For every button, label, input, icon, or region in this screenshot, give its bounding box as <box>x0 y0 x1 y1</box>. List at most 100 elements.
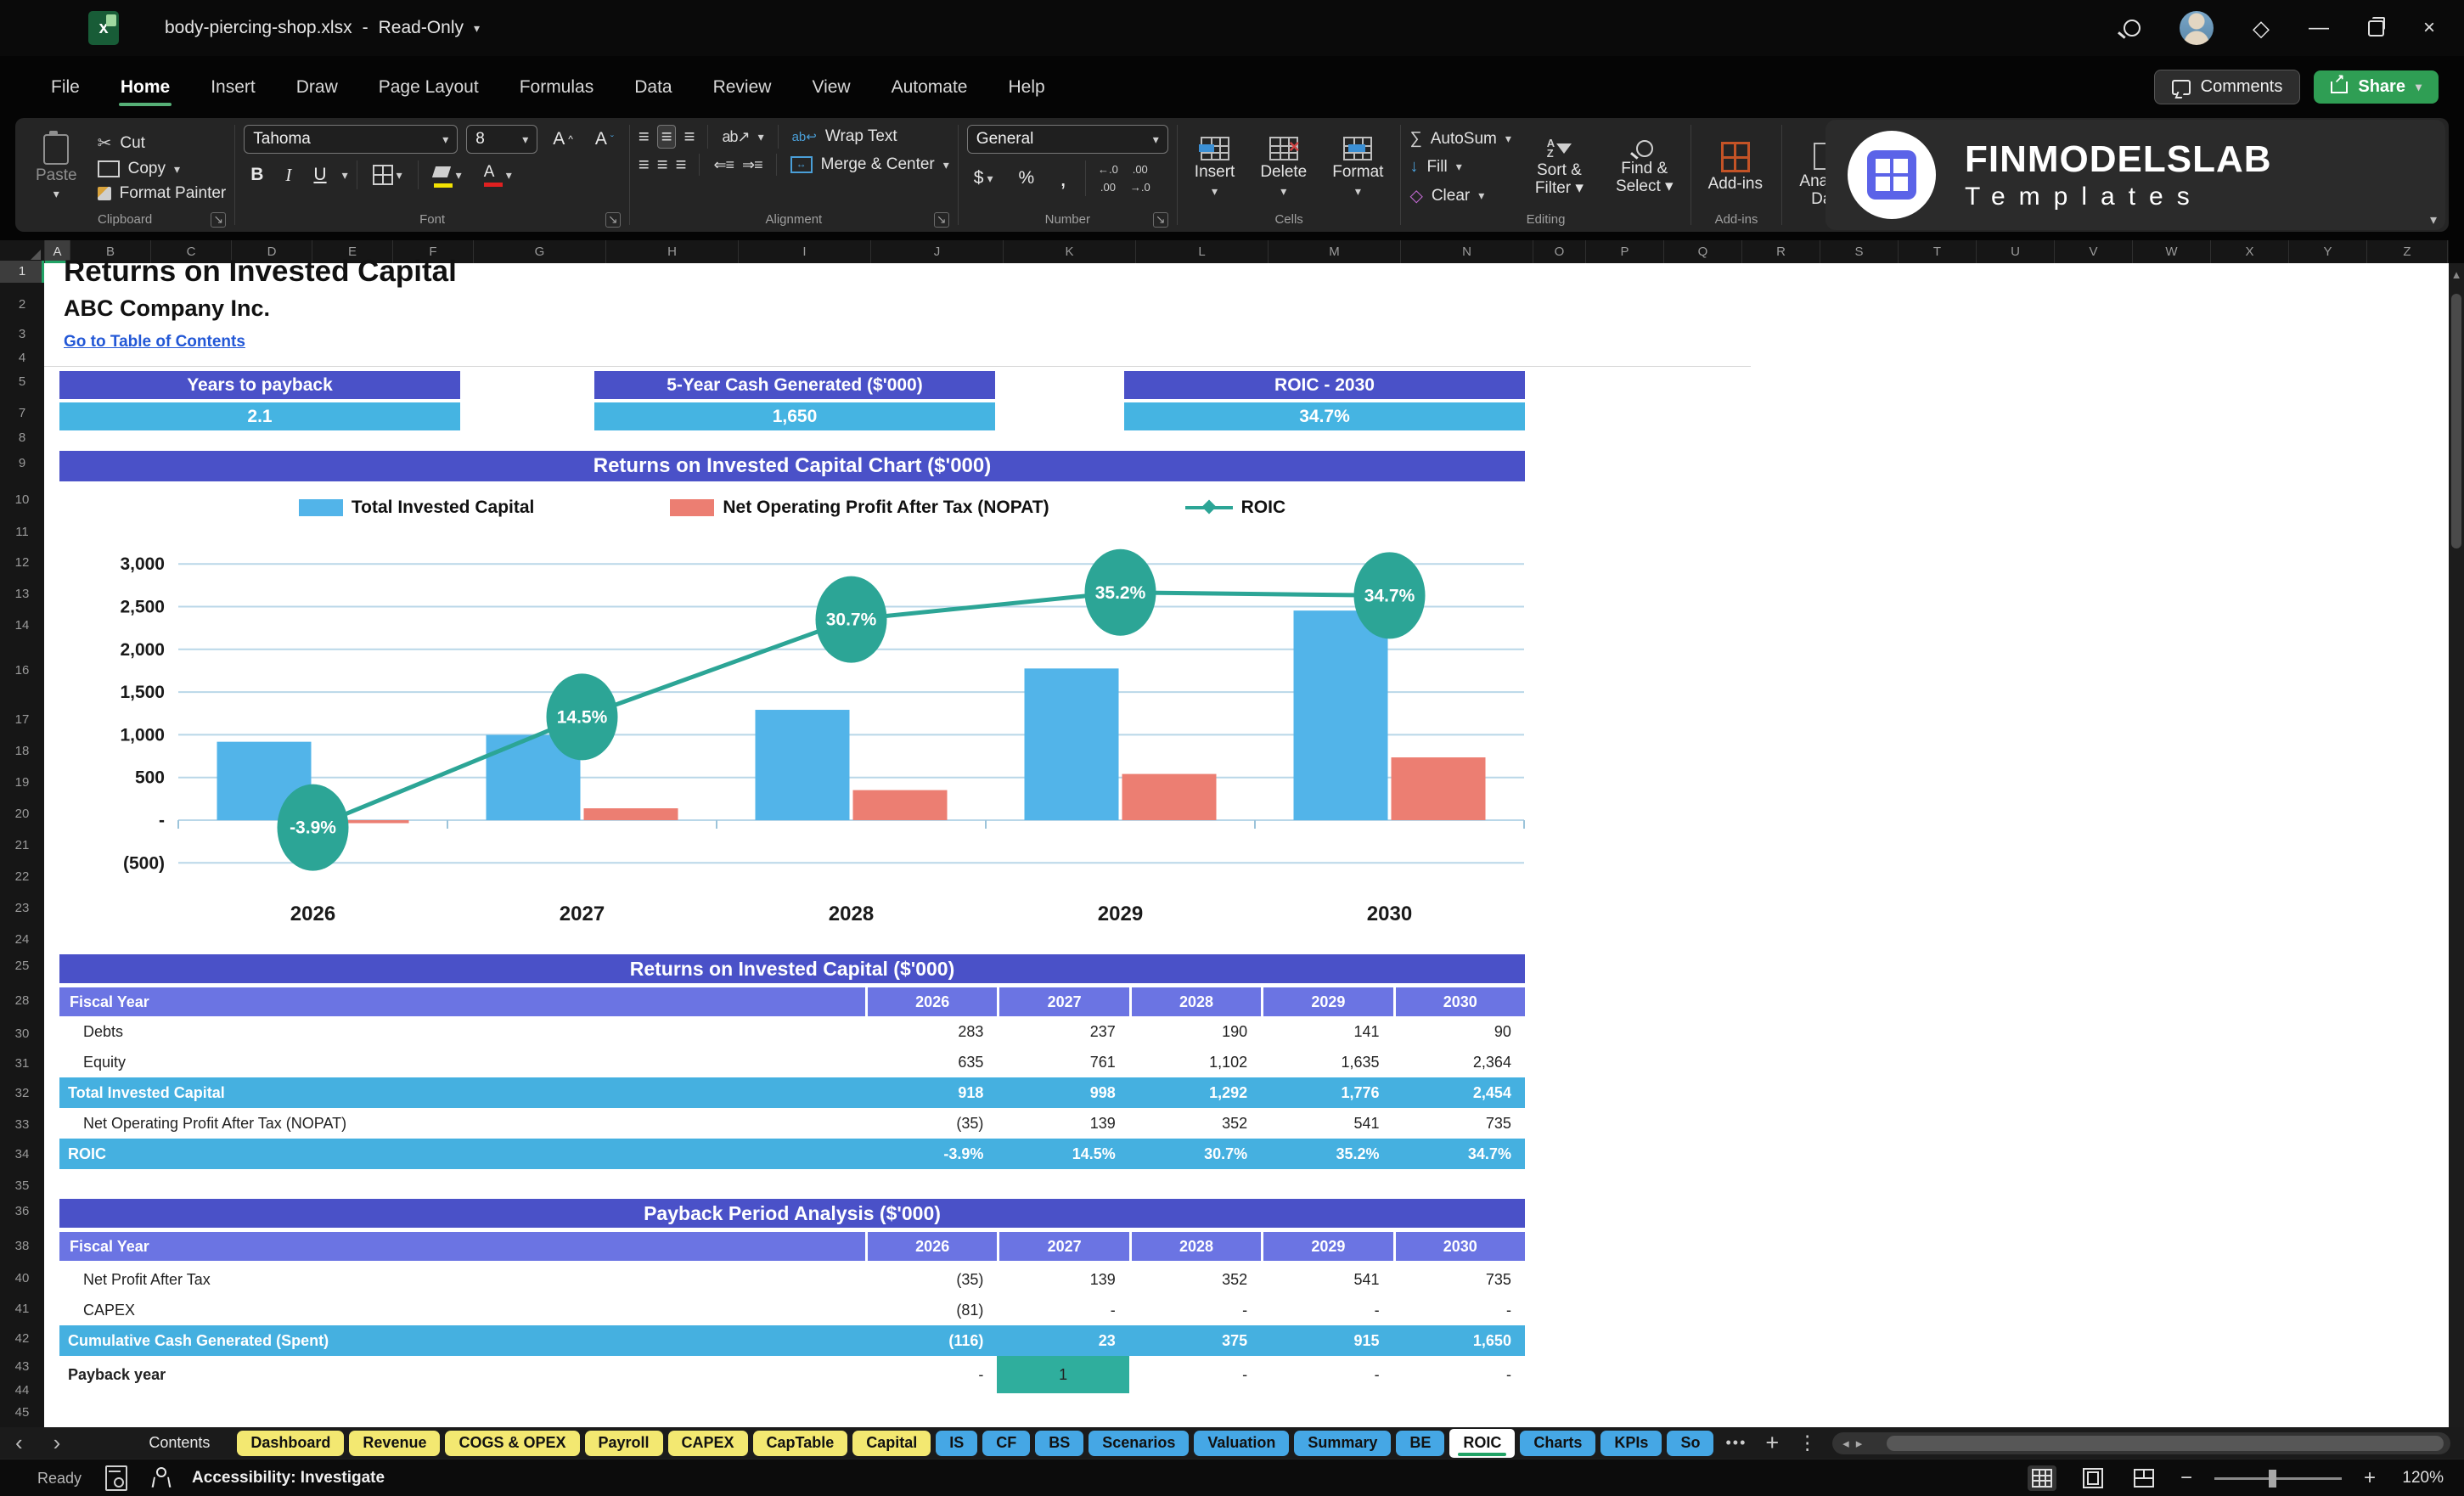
table-cell[interactable]: (81) <box>865 1295 997 1325</box>
sheet-tab-kpis[interactable]: KPIs <box>1600 1430 1662 1456</box>
restore-button[interactable] <box>2367 16 2385 37</box>
cut-button[interactable]: ✂ Cut <box>98 132 227 154</box>
sort-filter-button[interactable]: AZ Sort & Filter ▾ <box>1527 138 1592 197</box>
align-left-icon[interactable]: ≡ <box>639 154 650 176</box>
select-all-corner[interactable] <box>0 240 45 263</box>
table-cell[interactable]: (116) <box>865 1325 997 1356</box>
excel-app-icon[interactable]: x <box>88 11 119 45</box>
clipboard-dialog-launcher[interactable]: ↘ <box>211 212 227 228</box>
column-header-L[interactable]: L <box>1136 240 1269 263</box>
align-bottom-icon[interactable]: ≡ <box>684 126 695 148</box>
comments-button[interactable]: Comments <box>2153 70 2301 104</box>
sheet-tab-summary[interactable]: Summary <box>1294 1430 1392 1456</box>
row-header-21[interactable]: 21 <box>0 835 44 857</box>
toc-link[interactable]: Go to Table of Contents <box>64 333 245 352</box>
sheet-tab-dashboard[interactable]: Dashboard <box>237 1430 345 1456</box>
percent-format-button[interactable]: % <box>1012 166 1042 190</box>
table-cell[interactable]: -3.9% <box>865 1139 997 1169</box>
alignment-dialog-launcher[interactable]: ↘ <box>933 212 949 228</box>
comma-format-button[interactable]: , <box>1053 166 1073 190</box>
column-header-R[interactable]: R <box>1742 240 1820 263</box>
table-cell[interactable]: 34.7% <box>1393 1139 1525 1169</box>
table-cell[interactable]: - <box>1129 1295 1261 1325</box>
bar-total-invested-capital[interactable] <box>755 710 850 820</box>
row-header-22[interactable]: 22 <box>0 866 44 888</box>
ribbon-collapse-icon[interactable]: ▾ <box>2430 211 2437 228</box>
table-cell[interactable]: - <box>1129 1356 1261 1393</box>
font-dialog-launcher[interactable]: ↘ <box>605 212 621 228</box>
insert-cells-button[interactable]: Insert ▾ <box>1186 137 1244 199</box>
row-header-31[interactable]: 31 <box>0 1053 44 1075</box>
row-header-13[interactable]: 13 <box>0 583 44 605</box>
document-title[interactable]: body-piercing-shop.xlsx - Read-Only ▾ <box>165 18 480 38</box>
row-header-5[interactable]: 5 <box>0 371 44 393</box>
column-header-S[interactable]: S <box>1820 240 1899 263</box>
table-cell[interactable]: 14.5% <box>997 1139 1128 1169</box>
sheet-tab-capital[interactable]: Capital <box>852 1430 931 1456</box>
table-cell[interactable]: (35) <box>865 1108 997 1139</box>
zoom-slider-thumb[interactable] <box>2268 1469 2276 1488</box>
sheet-menu-icon[interactable]: ⋮ <box>1797 1431 1817 1454</box>
sheet-tab-contents[interactable]: Contents <box>127 1431 232 1456</box>
table-cell[interactable]: 352 <box>1129 1108 1261 1139</box>
column-header-X[interactable]: X <box>2211 240 2289 263</box>
kpi-value[interactable]: 34.7% <box>1124 402 1525 430</box>
borders-button[interactable]: ▾ <box>366 163 409 187</box>
currency-format-button[interactable]: $ ▾ <box>967 166 1000 190</box>
vertical-scrollbar[interactable]: ▲ <box>2449 263 2464 1427</box>
format-cells-button[interactable]: Format ▾ <box>1324 137 1392 199</box>
minimize-button[interactable]: — <box>2309 18 2329 38</box>
table-row[interactable]: Cumulative Cash Generated (Spent) (116) 23… <box>59 1325 1525 1356</box>
sheet-tab-charts[interactable]: Charts <box>1520 1430 1596 1456</box>
title-dropdown-icon[interactable]: ▾ <box>474 21 480 36</box>
table-cell[interactable]: 1,776 <box>1261 1077 1392 1108</box>
align-center-icon[interactable]: ≡ <box>657 154 668 176</box>
ribbon-tab-insert[interactable]: Insert <box>194 69 273 106</box>
fill-color-button[interactable]: ▾ <box>427 160 469 189</box>
font-color-button[interactable]: A ▾ <box>477 161 519 188</box>
sheet-tab-be[interactable]: BE <box>1396 1430 1445 1456</box>
page-break-view-button[interactable] <box>2129 1465 2158 1491</box>
row-header-14[interactable]: 14 <box>0 615 44 637</box>
table-row[interactable]: Net Profit After Tax (35) 139 352 541 735 <box>59 1264 1525 1295</box>
row-header-1[interactable]: 1 <box>0 261 44 283</box>
table-cell[interactable]: - <box>997 1295 1128 1325</box>
table-cell[interactable]: 375 <box>1129 1325 1261 1356</box>
table-cell[interactable]: (35) <box>865 1264 997 1295</box>
table-cell[interactable]: 1,102 <box>1129 1047 1261 1077</box>
ribbon-tab-automate[interactable]: Automate <box>875 69 985 106</box>
ribbon-tab-review[interactable]: Review <box>696 69 789 106</box>
sheet-nav-prev-icon[interactable]: ‹ <box>0 1430 38 1456</box>
row-header-12[interactable]: 12 <box>0 552 44 574</box>
sheet-tab-cf[interactable]: CF <box>982 1430 1031 1456</box>
table-cell[interactable]: 237 <box>997 1016 1128 1047</box>
align-top-icon[interactable]: ≡ <box>639 126 650 148</box>
table-row[interactable]: Debts 283 237 190 141 90 <box>59 1016 1525 1047</box>
addins-button[interactable]: Add-ins <box>1700 142 1771 194</box>
table-cell[interactable]: 1,650 <box>1393 1325 1525 1356</box>
hscroll-arrows[interactable]: ◂ ▸ <box>1842 1432 1862 1454</box>
row-header-38[interactable]: 38 <box>0 1235 44 1257</box>
format-painter-button[interactable]: Format Painter <box>97 184 226 203</box>
fill-button[interactable]: ↓ Fill ▾ <box>1409 157 1510 177</box>
table-cell[interactable]: 2,454 <box>1393 1077 1525 1108</box>
row-header-2[interactable]: 2 <box>0 294 44 316</box>
column-header-M[interactable]: M <box>1269 240 1401 263</box>
vertical-scroll-thumb[interactable] <box>2451 294 2461 548</box>
horizontal-scrollbar[interactable]: ◂ ▸ <box>1832 1431 2450 1454</box>
scroll-up-icon[interactable]: ▲ <box>2449 268 2464 281</box>
number-format-select[interactable]: General ▾ <box>966 125 1168 154</box>
ribbon-tab-page-layout[interactable]: Page Layout <box>362 69 496 106</box>
decrease-decimal-button[interactable]: .00 →.0 <box>1130 160 1150 196</box>
table-cell[interactable]: 918 <box>865 1077 997 1108</box>
row-header-23[interactable]: 23 <box>0 897 44 920</box>
row-header-43[interactable]: 43 <box>0 1356 44 1378</box>
bar-total-invested-capital[interactable] <box>1024 668 1119 820</box>
table-row[interactable]: CAPEX (81) - - - - <box>59 1295 1525 1325</box>
number-dialog-launcher[interactable]: ↘ <box>1152 212 1168 228</box>
row-header-34[interactable]: 34 <box>0 1144 44 1166</box>
column-header-U[interactable]: U <box>1977 240 2055 263</box>
table-cell[interactable]: 541 <box>1261 1108 1392 1139</box>
ribbon-tab-draw[interactable]: Draw <box>279 69 355 106</box>
horizontal-scroll-thumb[interactable] <box>1887 1435 2444 1451</box>
